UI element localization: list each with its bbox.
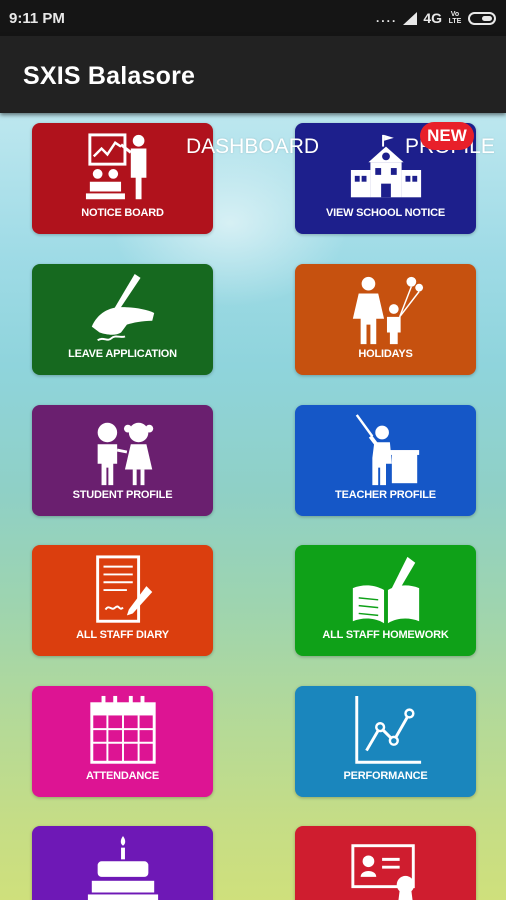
- status-bar: 9:11 PM .... 4G Vo LTE: [0, 0, 506, 36]
- tile-attendance[interactable]: ATTENDANCE: [32, 686, 213, 797]
- tile-label: TEACHER PROFILE: [335, 489, 436, 501]
- network-type: 4G: [423, 10, 442, 26]
- tile-label: STUDENT PROFILE: [72, 489, 173, 501]
- hand-writing-icon: [32, 272, 213, 352]
- certificate-icon: [295, 834, 476, 900]
- diary-pen-icon: [32, 553, 213, 633]
- tile-all-staff-diary[interactable]: ALL STAFF DIARY: [32, 545, 213, 656]
- family-balloon-icon: [295, 272, 476, 352]
- tile-label: ALL STAFF HOMEWORK: [322, 629, 449, 641]
- battery-icon: [468, 11, 496, 25]
- tile-label: NOTICE BOARD: [81, 207, 164, 219]
- app-bar: SXIS Balasore: [0, 36, 506, 113]
- open-book-icon: [295, 553, 476, 633]
- signal-strength-icon: [403, 11, 418, 25]
- tile-all-staff-homework[interactable]: ALL STAFF HOMEWORK: [295, 545, 476, 656]
- tab-dashboard[interactable]: DASHBOARD: [186, 135, 319, 159]
- tile-label: PERFORMANCE: [343, 770, 428, 782]
- calendar-icon: [32, 694, 213, 774]
- dashboard-content[interactable]: DASHBOARD PROFILE NEW NOTICE BOARD: [0, 113, 506, 900]
- tile-certificate[interactable]: [295, 826, 476, 900]
- tile-birthday[interactable]: [32, 826, 213, 900]
- signal-dots-icon: ....: [375, 11, 398, 25]
- tile-holidays[interactable]: HOLIDAYS: [295, 264, 476, 375]
- tile-label: ALL STAFF DIARY: [76, 629, 169, 641]
- tile-label: VIEW SCHOOL NOTICE: [325, 207, 446, 219]
- tile-label: LEAVE APPLICATION: [68, 348, 177, 360]
- students-icon: [32, 413, 213, 493]
- tile-label: HOLIDAYS: [358, 348, 413, 360]
- teacher-pointer-icon: [295, 413, 476, 493]
- status-icons: .... 4G Vo LTE: [376, 10, 496, 26]
- tile-performance[interactable]: PERFORMANCE: [295, 686, 476, 797]
- new-badge: NEW: [420, 122, 474, 150]
- volte-indicator: Vo LTE: [448, 11, 462, 25]
- app-title: SXIS Balasore: [23, 62, 196, 90]
- line-chart-icon: [295, 694, 476, 774]
- status-time: 9:11 PM: [9, 9, 65, 27]
- birthday-cake-icon: [32, 834, 213, 900]
- tile-leave-application[interactable]: LEAVE APPLICATION: [32, 264, 213, 375]
- tile-student-profile[interactable]: STUDENT PROFILE: [32, 405, 213, 516]
- tile-label: ATTENDANCE: [86, 770, 159, 782]
- tile-teacher-profile[interactable]: TEACHER PROFILE: [295, 405, 476, 516]
